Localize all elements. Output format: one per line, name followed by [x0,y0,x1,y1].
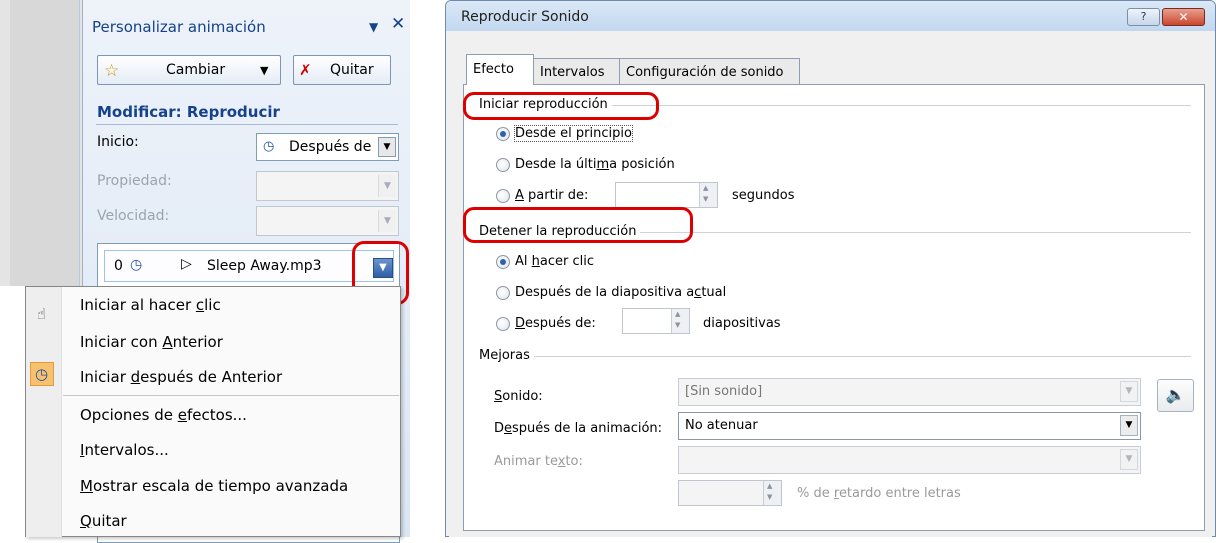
chevron-down-icon: ▼ [1120,381,1138,402]
group-divider [479,356,1191,357]
radio-on-click[interactable] [496,255,510,269]
slides-spinner[interactable]: ▲ ▼ [622,308,690,334]
radio-after-slides[interactable] [496,317,510,331]
speaker-icon[interactable]: 🔈 [1157,379,1194,412]
spinner-buttons[interactable]: ▲ ▼ [671,309,689,333]
spin-down-icon: ▼ [767,493,773,501]
remove-star-icon: ✗ [299,61,312,79]
mouse-click-icon: ☝ [37,305,47,323]
radio-after-current-slide[interactable] [496,286,510,300]
sound-label: Sonido: [494,389,543,404]
menu-item-advanced-timeline[interactable]: Mostrar escala de tiempo avanzada [80,477,348,495]
animate-text-label: Animar texto: [494,454,583,469]
seconds-suffix: segundos [732,188,795,203]
spin-up-icon: ▲ [675,310,681,318]
tab-effect[interactable]: Efecto [466,54,534,85]
menu-item-timing[interactable]: Intervalos... [80,441,169,459]
spin-up-icon: ▲ [767,482,773,490]
slide-edge [10,0,80,286]
start-label: Inicio: [97,134,139,150]
enhancements-heading: Mejoras [479,348,534,363]
after-animation-select[interactable]: No atenuar ▼ [678,412,1141,440]
on-click-label: Al hacer clic [515,254,594,269]
chevron-down-icon[interactable]: ▼ [378,137,396,157]
clock-icon: ◷ [263,139,275,154]
speed-select: ▼ [256,206,399,236]
from-time-label: A partir de: [515,188,589,203]
spin-down-icon: ▼ [675,321,681,329]
slides-suffix: diapositivas [703,316,781,331]
chevron-down-icon: ▼ [378,175,396,197]
clock-icon: ◷ [35,365,49,383]
spin-up-icon: ▲ [703,184,709,192]
effect-name: Sleep Away.mp3 [207,258,322,274]
speed-label: Velocidad: [97,208,170,224]
remove-effect-button[interactable]: ✗ Quitar [293,55,391,85]
menu-item-start-after-previous[interactable]: Iniciar después de Anterior [80,368,282,386]
pane-close-icon[interactable]: ✕ [391,14,405,34]
menu-item-remove[interactable]: Quitar [80,512,127,530]
delay-suffix: % de retardo entre letras [797,486,961,501]
highlight-annotation [463,92,659,120]
close-button[interactable]: ✕ [1162,8,1205,26]
custom-animation-pane: Personalizar animación ▼ ✕ ☆ Cambiar ▼ ✗… [0,0,420,543]
context-menu-gutter [26,287,62,537]
help-button[interactable]: ? [1127,8,1160,26]
menu-item-effect-options[interactable]: Opciones de efectos... [80,406,247,424]
from-last-position-label: Desde la última posición [515,157,675,172]
star-icon: ☆ [104,61,120,81]
spinner-buttons: ▲ ▼ [763,481,781,505]
after-slides-label: Después de: [515,316,596,331]
dialog-title: Reproducir Sonido [461,9,589,25]
effect-order-number: 0 [114,258,123,274]
tab-timing[interactable]: Intervalos [533,58,620,85]
pane-title: Personalizar animación [92,18,266,36]
delay-spinner: ▲ ▼ [678,480,782,506]
sound-select: [Sin sonido] ▼ [678,378,1141,406]
seconds-spinner[interactable]: ▲ ▼ [615,182,718,208]
after-animation-value: No atenuar [685,418,758,433]
menu-item-start-on-click[interactable]: Iniciar al hacer clic [80,296,221,314]
section-divider [96,124,398,125]
chevron-down-icon: ▼ [260,64,269,77]
from-beginning-label: Desde el principio [514,125,633,142]
menu-separator [63,395,399,396]
highlight-annotation [463,207,693,243]
animate-text-select: ▼ [678,446,1141,474]
property-select: ▼ [256,171,399,201]
clock-icon: ◷ [130,257,143,273]
play-icon: ▷ [181,256,192,272]
chevron-down-icon[interactable]: ▼ [1120,415,1138,436]
after-current-slide-label: Después de la diapositiva actual [515,285,727,300]
menu-item-start-with-previous[interactable]: Iniciar con Anterior [80,333,223,351]
radio-from-beginning[interactable] [496,127,510,141]
radio-from-last-position[interactable] [496,158,510,172]
property-label: Propiedad: [97,173,172,189]
change-effect-button[interactable]: ☆ Cambiar ▼ [97,55,281,85]
chevron-down-icon: ▼ [1120,449,1138,470]
chevron-down-icon: ▼ [378,210,396,232]
start-select[interactable]: ◷ Después de ▼ [256,133,399,161]
remove-effect-label: Quitar [330,62,374,78]
change-effect-label: Cambiar [166,62,226,78]
after-animation-label: Después de la animación: [494,421,663,436]
tab-sound-settings[interactable]: Configuración de sonido [619,58,800,85]
spin-down-icon: ▼ [703,195,709,203]
pane-menu-chevron-down-icon[interactable]: ▼ [369,20,378,34]
radio-from-time[interactable] [496,189,510,203]
spinner-buttons[interactable]: ▲ ▼ [699,183,717,207]
modify-section-heading: Modificar: Reproducir [97,103,280,121]
start-select-value: Después de [289,139,372,155]
sound-select-value: [Sin sonido] [685,384,763,399]
